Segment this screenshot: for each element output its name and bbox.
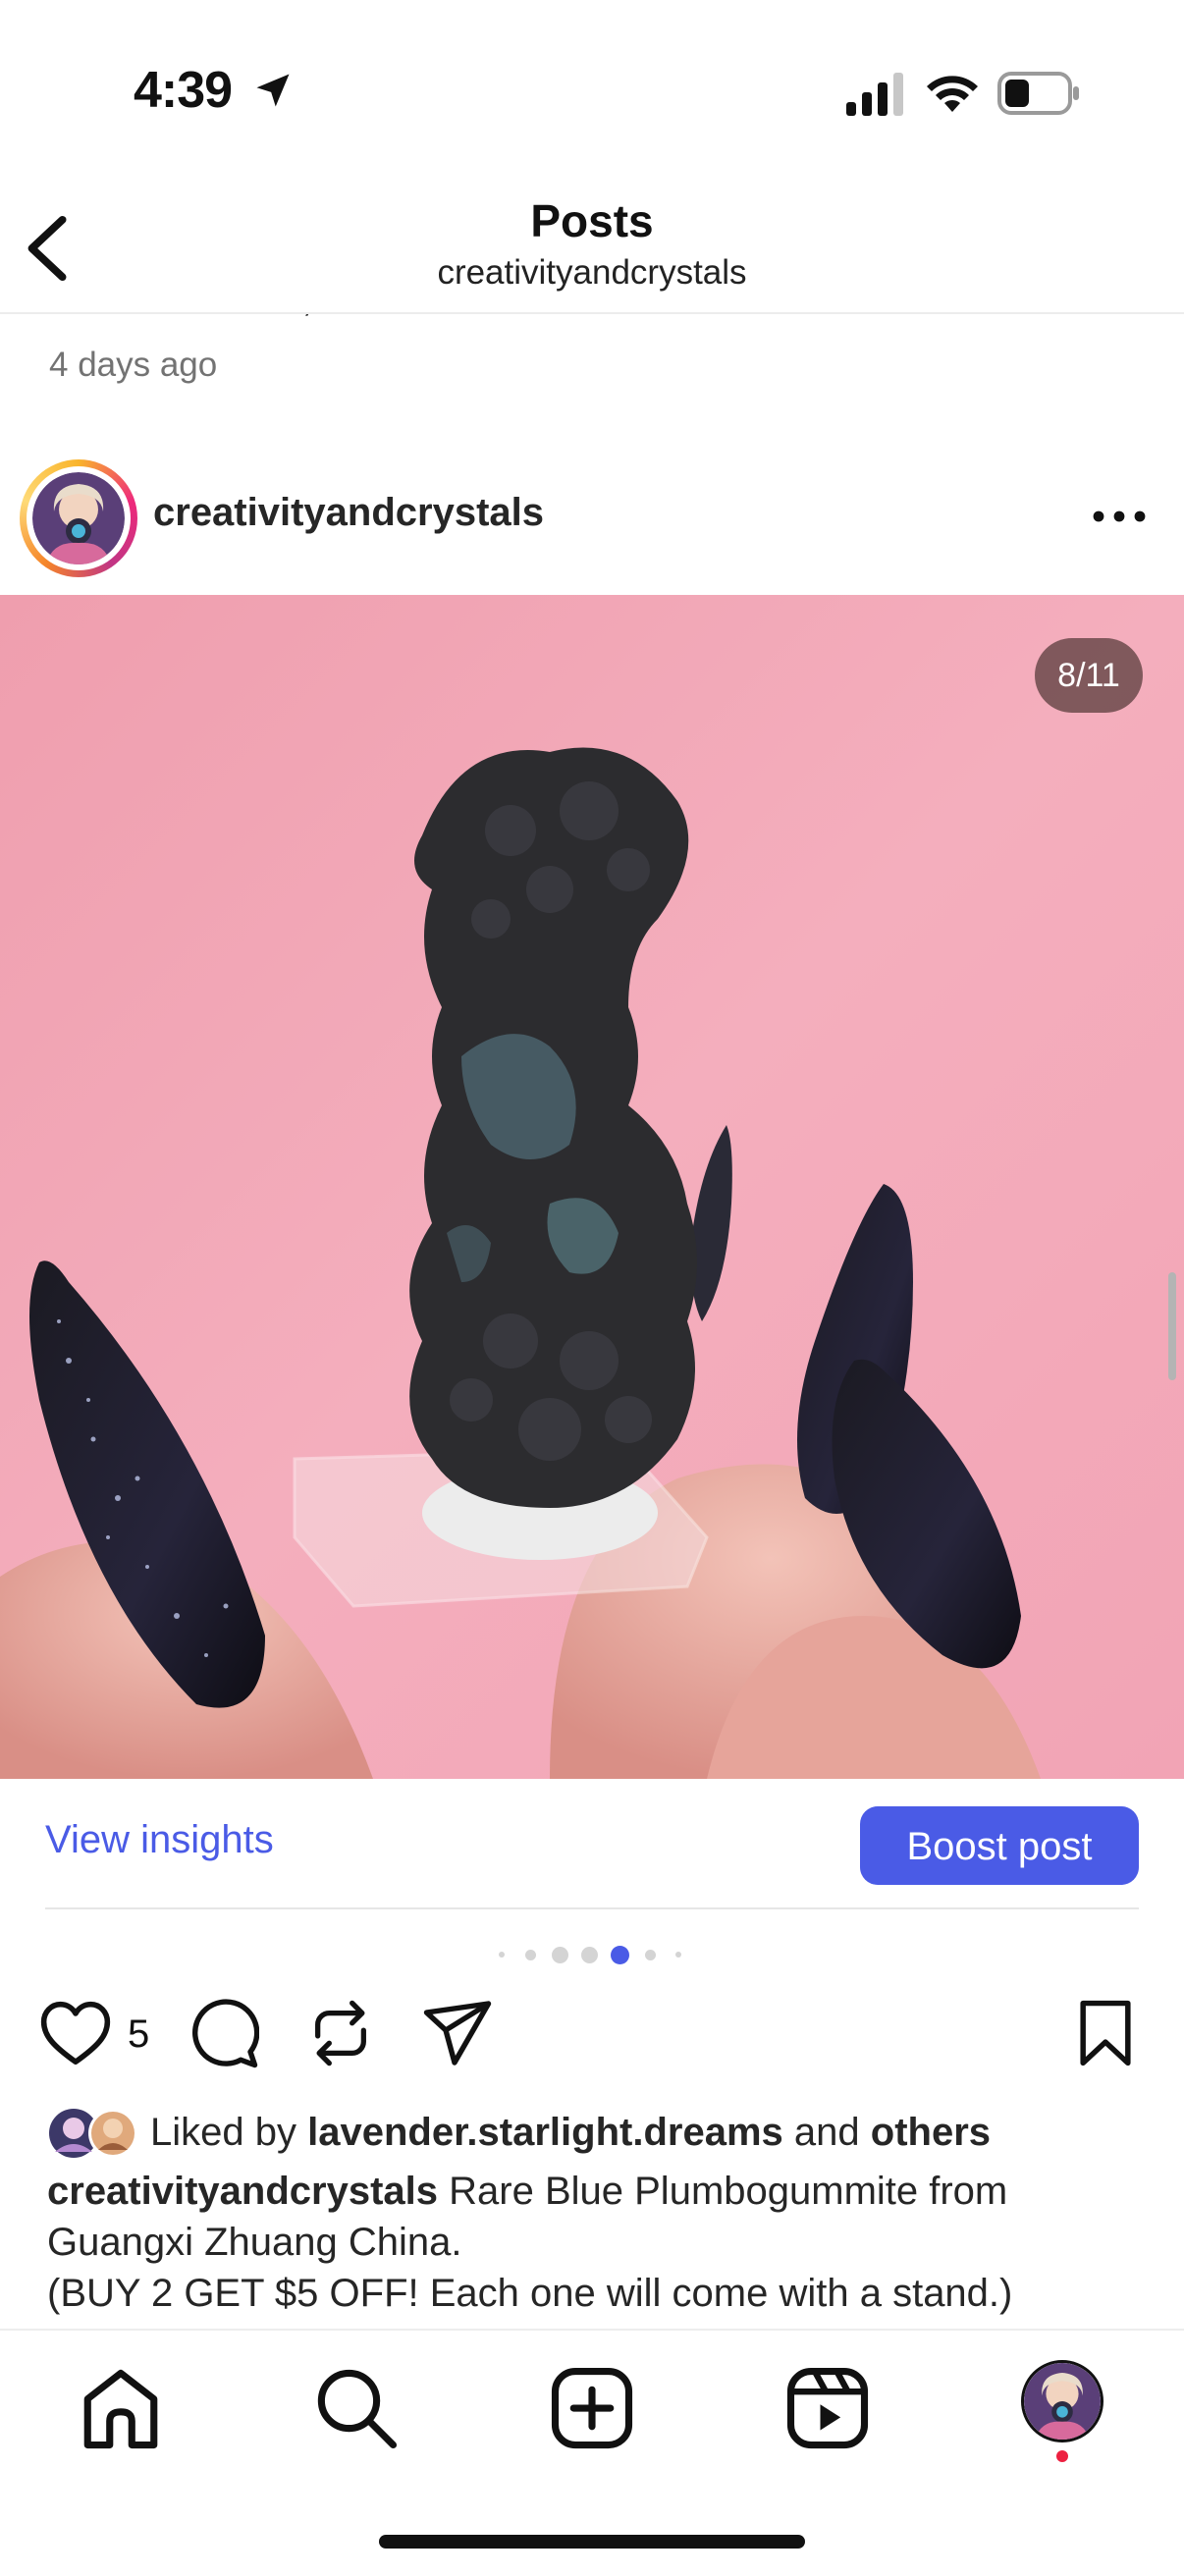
caption-username[interactable]: creativityandcrystals xyxy=(47,2170,438,2213)
home-icon[interactable] xyxy=(77,2364,165,2452)
share-icon[interactable] xyxy=(422,1999,493,2067)
carousel-dot xyxy=(525,1950,536,1960)
more-horizontal-icon[interactable] xyxy=(1090,499,1149,534)
liked-by-text: Liked by lavender.starlight.dreams and o… xyxy=(150,2111,991,2155)
search-icon[interactable] xyxy=(312,2364,401,2452)
caption-line: (BUY 2 GET $5 OFF! Each one will come wi… xyxy=(47,2272,1013,2315)
liked-by-prefix: Liked by xyxy=(150,2111,296,2154)
wifi-icon xyxy=(927,76,978,112)
battery-icon xyxy=(997,72,1079,115)
page-subtitle: creativityandcrystals xyxy=(437,253,747,292)
carousel-dot-active xyxy=(611,1946,629,1964)
liked-by-and: and xyxy=(793,2111,860,2154)
bookmark-icon[interactable] xyxy=(1074,1999,1137,2067)
profile-avatar[interactable] xyxy=(1021,2360,1103,2442)
previous-post-timestamp: 4 days ago xyxy=(49,346,218,384)
page-title: Posts xyxy=(530,195,654,246)
location-arrow-icon xyxy=(256,74,290,107)
heart-icon[interactable] xyxy=(39,1999,112,2067)
liked-by-others[interactable]: others xyxy=(871,2111,991,2154)
view-insights-link[interactable]: View insights xyxy=(45,1818,274,1862)
post-photo[interactable] xyxy=(0,595,1184,1779)
reels-icon[interactable] xyxy=(783,2364,872,2452)
home-indicator[interactable] xyxy=(379,2535,805,2549)
repost-icon[interactable] xyxy=(306,1999,375,2067)
header-divider xyxy=(0,312,1184,314)
caption-text: Rare Blue Plumbogummite from xyxy=(449,2170,1008,2213)
carousel-dot xyxy=(552,1947,568,1963)
insights-divider xyxy=(45,1907,1139,1909)
status-time: 4:39 xyxy=(134,62,233,119)
carousel-dot xyxy=(581,1947,598,1963)
carousel-dot xyxy=(499,1952,505,1958)
carousel-counter: 8/11 xyxy=(1035,638,1143,713)
comment-icon[interactable] xyxy=(188,1999,259,2069)
avatar[interactable] xyxy=(32,472,125,564)
liked-by-avatars[interactable] xyxy=(47,2107,141,2160)
liked-by-user[interactable]: lavender.starlight.dreams xyxy=(307,2111,783,2154)
notification-dot xyxy=(1056,2450,1068,2462)
cellular-signal-icon xyxy=(846,73,903,116)
caption-first-line: creativityandcrystals Rare Blue Plumbogu… xyxy=(47,2170,1007,2214)
post-username[interactable]: creativityandcrystals xyxy=(153,491,544,535)
create-icon[interactable] xyxy=(548,2364,636,2452)
caption-line: Guangxi Zhuang China. xyxy=(47,2221,462,2264)
scroll-indicator[interactable] xyxy=(1168,1272,1176,1380)
carousel-dot xyxy=(645,1950,656,1960)
carousel-dot xyxy=(675,1952,681,1958)
boost-post-button[interactable]: Boost post xyxy=(860,1806,1139,1885)
like-count[interactable]: 5 xyxy=(128,2012,149,2057)
